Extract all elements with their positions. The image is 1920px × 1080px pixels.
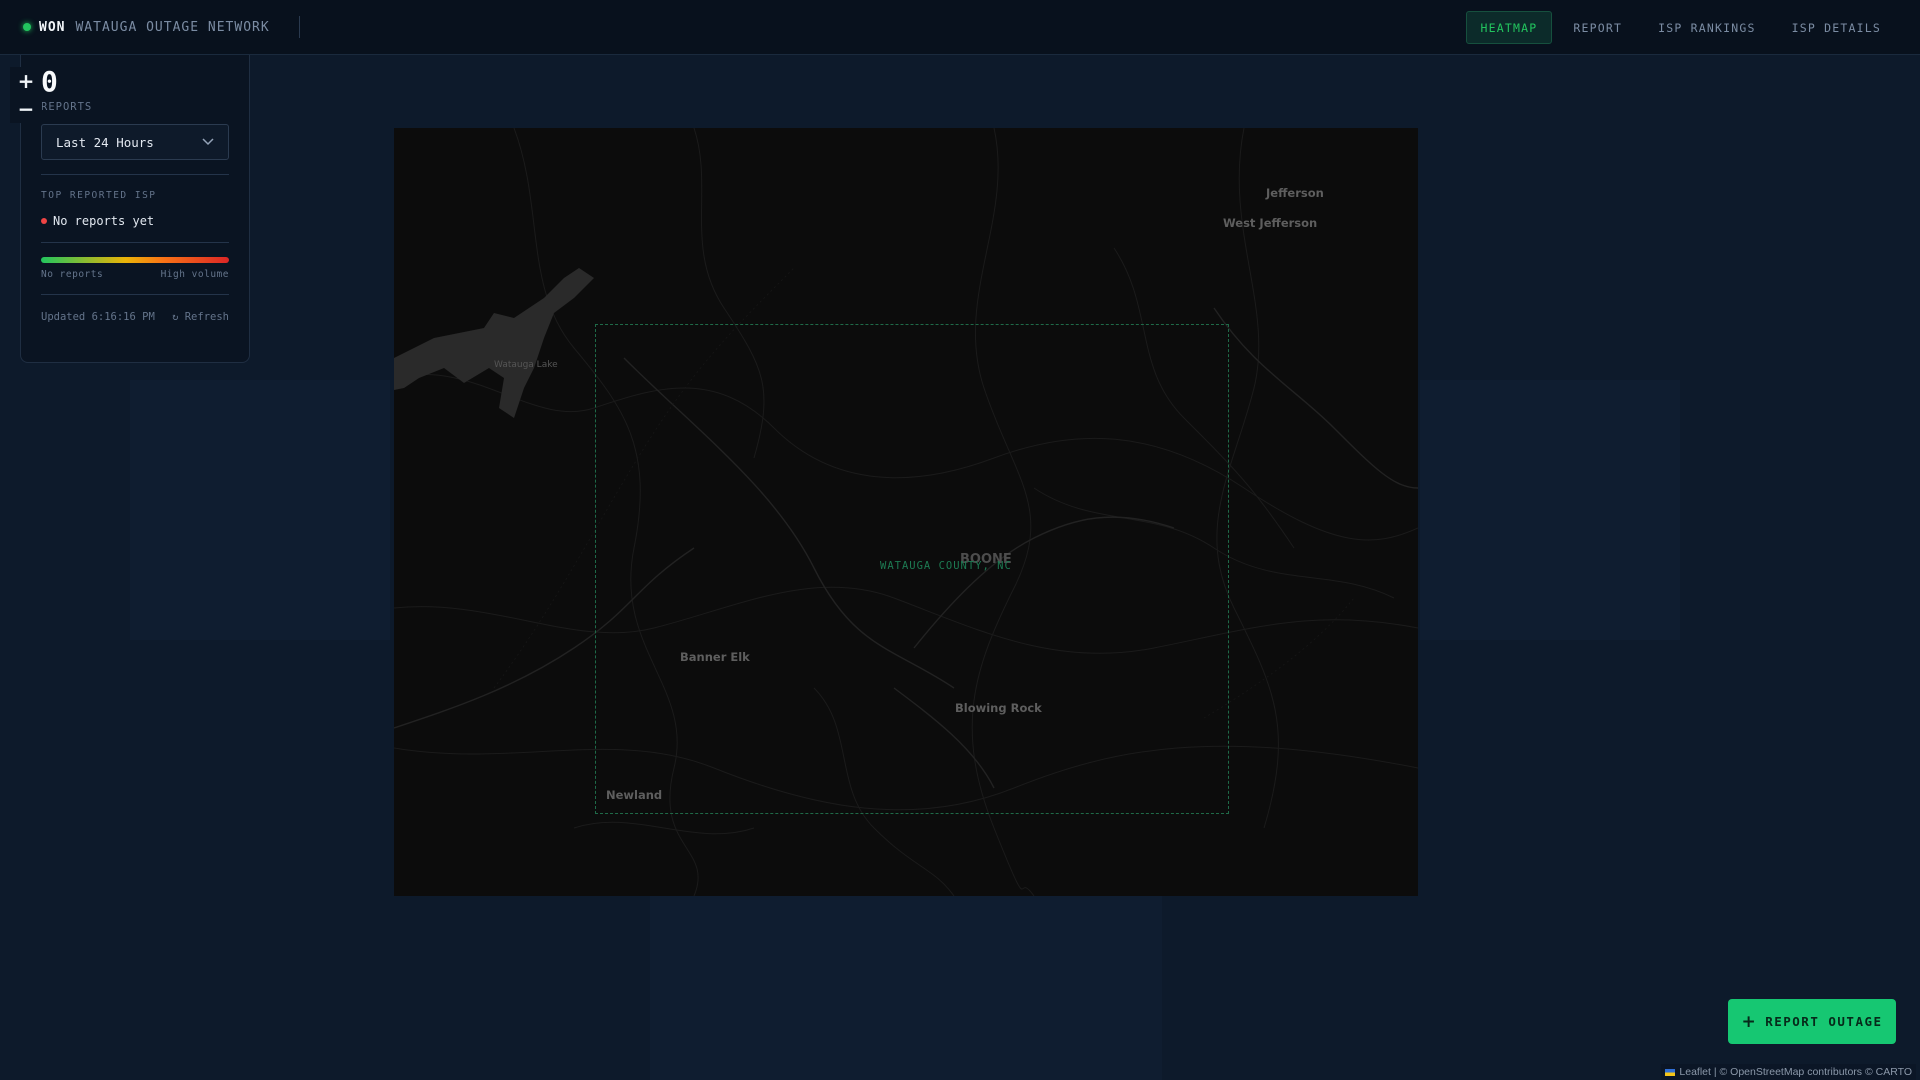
nav-report[interactable]: REPORT [1558,11,1637,44]
nav-isp-details[interactable]: ISP DETAILS [1777,11,1896,44]
map-attribution[interactable]: Leaflet | © OpenStreetMap contributors ©… [1661,1064,1916,1080]
panel-divider [41,242,229,243]
legend-low-label: No reports [41,269,104,280]
panel-divider [41,294,229,295]
zoom-in-button[interactable]: + [10,67,42,95]
map-tile-bg [130,380,390,640]
chevron-down-icon [202,138,214,146]
watauga-lake-shape [394,268,594,418]
main-nav: HEATMAP REPORT ISP RANKINGS ISP DETAILS [1465,11,1896,44]
refresh-button[interactable]: ↻ Refresh [172,311,229,323]
panel-footer: Updated 6:16:16 PM ↻ Refresh [41,311,229,323]
place-west-jefferson: West Jefferson [1223,216,1318,230]
leaflet-flag-icon [1665,1068,1676,1076]
status-dot-icon [41,218,47,224]
time-range-value: Last 24 Hours [56,134,154,150]
map-tile-bg [1420,380,1680,640]
legend-high-label: High volume [160,269,229,280]
time-range-select[interactable]: Last 24 Hours [41,124,229,160]
plus-icon: + [1741,1011,1758,1032]
brand-name: WATAUGA OUTAGE NETWORK [75,19,270,35]
brand-divider [298,16,300,38]
top-bar: WON WATAUGA OUTAGE NETWORK HEATMAP REPOR… [0,0,1920,55]
place-jefferson: Jefferson [1266,186,1324,200]
report-outage-button[interactable]: + REPORT OUTAGE [1728,999,1896,1044]
top-isp-value: No reports yet [53,214,155,228]
report-count-label: REPORTS [41,101,93,113]
report-outage-label: REPORT OUTAGE [1765,1014,1883,1029]
heat-legend-labels: No reports High volume [41,269,229,280]
place-watauga-lake: Watauga Lake [494,360,558,370]
heat-legend-bar [41,257,229,263]
updated-timestamp: Updated 6:16:16 PM [41,311,155,323]
top-isp-row: No reports yet [41,214,229,228]
live-status-icon [23,23,31,31]
stats-panel: 0 REPORTS Last 24 Hours TOP REPORTED ISP… [20,55,250,363]
brand-abbr: WON [39,19,66,35]
nav-heatmap[interactable]: HEATMAP [1465,11,1553,44]
map-tile-bg [650,896,1162,1080]
report-count: 0 [41,65,58,98]
top-isp-title: TOP REPORTED ISP [41,190,157,201]
nav-isp-rankings[interactable]: ISP RANKINGS [1643,11,1770,44]
brand[interactable]: WON WATAUGA OUTAGE NETWORK [23,16,300,38]
zoom-out-button[interactable]: − [10,95,42,123]
panel-divider [41,174,229,175]
heatmap-map[interactable]: Jefferson West Jefferson Watauga Lake BO… [394,128,1418,896]
attribution-text: Leaflet | © OpenStreetMap contributors ©… [1679,1066,1912,1078]
county-label: WATAUGA COUNTY, NC [880,560,1012,572]
zoom-control: + − [10,67,42,123]
